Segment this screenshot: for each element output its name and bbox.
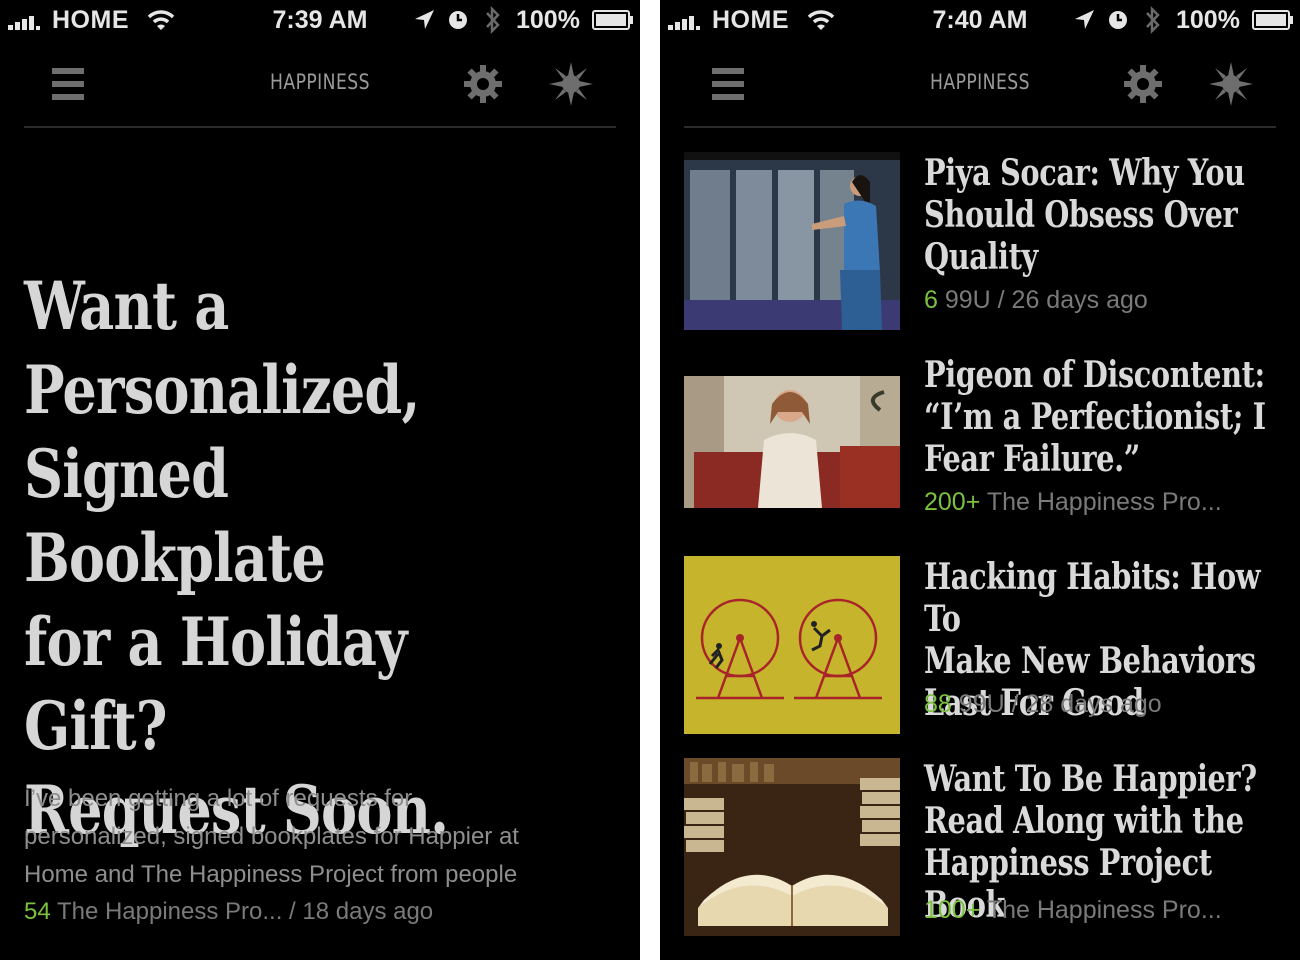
hamster-wheels-illustration-thumbnail [684, 556, 900, 734]
headline-line: for a Holiday Gift? [24, 603, 408, 765]
battery-percent: 100% [516, 6, 580, 34]
item-title: Piya Socar: Why You Should Obsess Over Q… [924, 152, 1276, 278]
location-arrow-icon [415, 10, 434, 29]
item-title: Pigeon of Discontent: “I’m a Perfectioni… [924, 354, 1276, 480]
item-meta: 200+ The Happiness Pro... [924, 488, 1222, 517]
like-count: 6 [924, 286, 938, 314]
gear-icon[interactable] [463, 64, 503, 104]
phone-screen-left: HOME 7:39 AM 100% HAPPINESS Want a Perso… [0, 0, 640, 960]
like-count: 54 [24, 898, 51, 925]
like-count: 88 [924, 690, 952, 718]
brightness-icon[interactable] [549, 62, 593, 106]
nav-title: HAPPINESS [270, 70, 370, 94]
gear-icon[interactable] [1123, 64, 1163, 104]
nav-title: HAPPINESS [930, 70, 1030, 94]
bluetooth-icon [1146, 5, 1160, 35]
list-item[interactable]: Hacking Habits: How To Make New Behavior… [684, 556, 1276, 736]
headline-line: Want a [24, 267, 229, 345]
status-bar: HOME 7:39 AM 100% [0, 0, 640, 40]
item-source: The Happiness Pro... [986, 896, 1222, 924]
item-meta: 100+ The Happiness Pro... [924, 896, 1222, 925]
excerpt-line: personalized, signed bookplates for Happ… [24, 823, 519, 850]
article-excerpt: I’ve been getting a lot of requests for … [24, 780, 620, 894]
article-source: The Happiness Pro... / 18 days ago [56, 898, 434, 925]
speaker-photo-thumbnail [684, 152, 900, 330]
nav-bar: HAPPINESS [0, 56, 640, 128]
item-title-line: Should Obsess Over [924, 194, 1238, 236]
brightness-icon[interactable] [1209, 62, 1253, 106]
bluetooth-icon [486, 5, 500, 35]
item-title-line: Want To Be Happier? [924, 758, 1257, 800]
battery-icon [1252, 10, 1293, 30]
excerpt-line: I’ve been getting a lot of requests for [24, 785, 413, 812]
alarm-clock-icon [449, 11, 467, 29]
headline-line: Signed Bookplate [24, 435, 326, 597]
headline-line: Personalized, [24, 351, 420, 429]
item-source: 99U / 26 days ago [944, 286, 1148, 314]
item-meta: 88 99U / 28 days ago [924, 690, 1162, 719]
item-source: 99U / 28 days ago [958, 690, 1162, 718]
excerpt-line: Home and The Happiness Project from peop… [24, 861, 518, 888]
item-title-line: “I’m a Perfectionist; I [924, 396, 1266, 438]
battery-icon [592, 10, 633, 30]
like-count: 100+ [924, 896, 981, 924]
list-item[interactable]: Want To Be Happier? Read Along with the … [684, 758, 1276, 938]
list-item[interactable]: Piya Socar: Why You Should Obsess Over Q… [684, 152, 1276, 332]
status-bar: HOME 7:40 AM 100% [660, 0, 1300, 40]
item-title-line: Fear Failure.” [924, 438, 1140, 480]
item-meta: 6 99U / 26 days ago [924, 286, 1148, 315]
item-title-line: Read Along with the [924, 800, 1244, 842]
item-title-line: Make New Behaviors [924, 640, 1256, 682]
article-meta: 54 The Happiness Pro... / 18 days ago [24, 898, 433, 926]
item-title-line: Hacking Habits: How To [924, 556, 1261, 640]
alarm-clock-icon [1109, 11, 1127, 29]
nav-bar: HAPPINESS [660, 56, 1300, 128]
item-title-line: Pigeon of Discontent: [924, 354, 1265, 396]
item-source: The Happiness Pro... [986, 488, 1222, 516]
battery-percent: 100% [1176, 6, 1240, 34]
item-title-line: Quality [924, 236, 1038, 278]
like-count: 200+ [924, 488, 981, 516]
item-title-line: Piya Socar: Why You [924, 152, 1245, 194]
phone-screen-right: HOME 7:40 AM 100% HAPPINESS Piya Socar: … [660, 0, 1300, 960]
article-headline[interactable]: Want a Personalized, Signed Bookplate fo… [24, 264, 508, 852]
list-item[interactable]: Pigeon of Discontent: “I’m a Perfectioni… [684, 354, 1276, 534]
open-books-photo-thumbnail [684, 758, 900, 936]
location-arrow-icon [1075, 10, 1094, 29]
nav-divider [24, 126, 616, 128]
nav-divider [684, 126, 1276, 128]
woman-red-chair-photo-thumbnail [684, 376, 900, 508]
